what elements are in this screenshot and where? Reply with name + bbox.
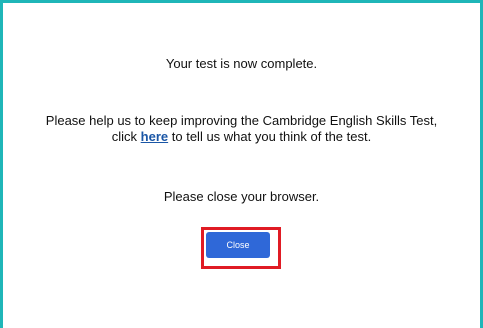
completion-panel: Your test is now complete. Please help u… xyxy=(6,6,477,328)
feedback-request-line-1: Please help us to keep improving the Cam… xyxy=(45,113,438,128)
completion-message: Your test is now complete. xyxy=(165,56,318,71)
feedback-suffix-text: to tell us what you think of the test. xyxy=(171,129,372,144)
feedback-here-link[interactable]: here xyxy=(141,129,168,144)
close-button[interactable]: Close xyxy=(206,232,270,258)
feedback-request-line-2: click here to tell us what you think of … xyxy=(6,129,477,145)
feedback-click-text: click xyxy=(111,129,138,144)
close-browser-instruction: Please close your browser. xyxy=(163,189,320,204)
dialog-frame: Your test is now complete. Please help u… xyxy=(0,0,483,328)
